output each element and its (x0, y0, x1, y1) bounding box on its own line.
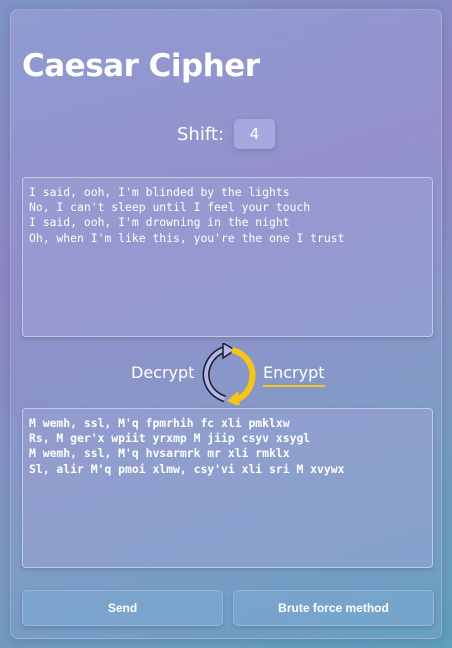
swap-arrows-icon[interactable] (196, 343, 262, 405)
plaintext-input[interactable]: I said, ooh, I'm blinded by the lights N… (22, 177, 433, 337)
cipher-panel: Caesar Cipher Shift: 4 I said, ooh, I'm … (10, 9, 442, 639)
decrypt-option[interactable]: Decrypt (131, 363, 194, 382)
shift-label: Shift: (177, 123, 224, 145)
mode-toggle: Decrypt Encrypt (11, 339, 441, 405)
page-title: Caesar Cipher (22, 48, 260, 84)
shift-input[interactable]: 4 (233, 119, 275, 149)
encrypt-option[interactable]: Encrypt (263, 363, 325, 387)
send-button[interactable]: Send (22, 590, 223, 626)
ciphertext-output[interactable]: M wemh, ssl, M'q fpmrhih fc xli pmklxw R… (22, 408, 433, 568)
shift-row: Shift: 4 (11, 119, 441, 149)
brute-force-button[interactable]: Brute force method (233, 590, 434, 626)
